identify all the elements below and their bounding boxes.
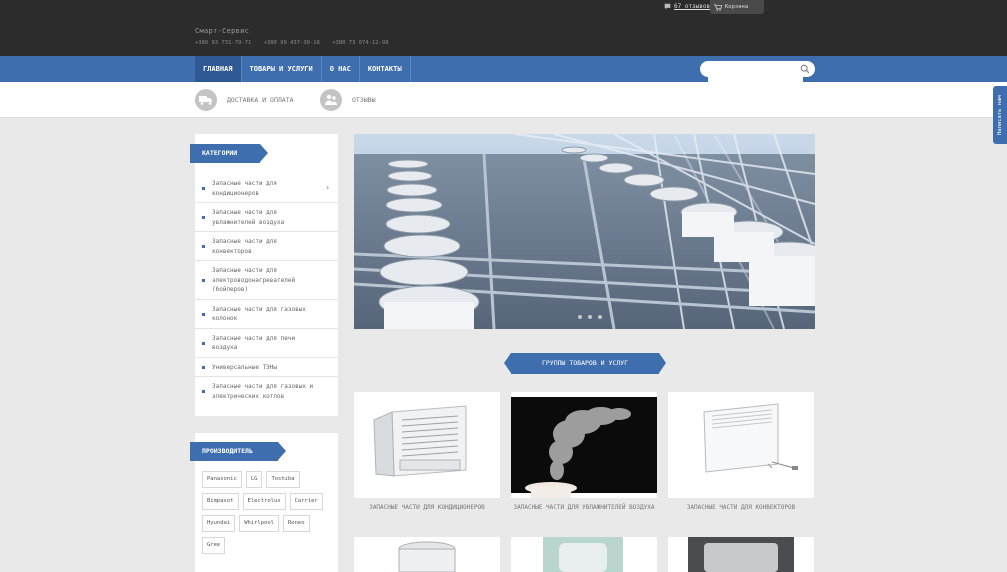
category-label: Запасные части для увлажнителей воздуха <box>212 209 285 226</box>
hero-image <box>354 134 815 329</box>
phone-3[interactable]: +380 73 074-12-98 <box>332 40 388 46</box>
manufacturer-tag[interactable]: Roneo <box>283 515 310 532</box>
bullet-icon <box>202 216 205 219</box>
category-label: Универсальные ТЭНы <box>212 363 278 371</box>
phone-2[interactable]: +380 99 437-30-16 <box>264 40 320 46</box>
manufacturer-tag[interactable]: Panasonic <box>202 471 242 488</box>
manufacturer-tag[interactable]: Whirlpool <box>239 515 279 532</box>
reviews-page-label: ОТЗЫВЫ <box>352 96 376 104</box>
main-nav: ГЛАВНАЯ ТОВАРЫ И УСЛУГИ О НАС КОНТАКТЫ <box>195 56 411 82</box>
product-card-water-heater-parts[interactable] <box>511 537 657 572</box>
cart-button[interactable]: Корзина <box>710 0 764 14</box>
phone-list: +380 93 731-79-71 +380 99 437-30-16 +380… <box>195 40 398 46</box>
categories-title: КАТЕГОРИИ <box>190 144 268 163</box>
category-item[interactable]: Запасные части для газовых и электрическ… <box>195 377 338 405</box>
nav-products[interactable]: ТОВАРЫ И УСЛУГИ <box>242 56 322 82</box>
product-card-gas-column-parts[interactable] <box>668 537 814 572</box>
slider-dot[interactable] <box>578 315 582 319</box>
categories-panel: КАТЕГОРИИ Запасные части для кондиционер… <box>190 134 338 416</box>
category-item[interactable]: Запасные части для конвекторов <box>195 232 338 261</box>
boiler-image <box>354 537 500 572</box>
bullet-icon <box>202 187 205 190</box>
manufacturer-tag[interactable]: Toshiba <box>266 471 300 488</box>
phone-1[interactable]: +380 93 731-79-71 <box>195 40 251 46</box>
chevron-right-icon: › <box>325 183 330 192</box>
bullet-icon <box>202 245 205 248</box>
manufacturer-tags: Panasonic LG Toshiba Bimpasot Electrolux… <box>202 471 334 554</box>
manufacturers-panel: ПРОИЗВОДИТЕЛЬ Panasonic LG Toshiba Bimpa… <box>190 433 338 572</box>
manufacturer-tag[interactable]: Gree <box>202 537 226 554</box>
feedback-label: Написать нам <box>997 95 1003 135</box>
brand-name[interactable]: Смарт-Сервис <box>195 27 249 35</box>
bullet-icon <box>202 341 205 345</box>
manufacturers-title: ПРОИЗВОДИТЕЛЬ <box>190 442 286 461</box>
category-item[interactable]: Запасные части для газовых колонок <box>195 300 338 329</box>
reviews-label: 67 отзывов <box>674 3 711 10</box>
bullet-icon <box>202 312 205 316</box>
manufacturer-tag[interactable]: Carrier <box>289 493 323 510</box>
search-input[interactable] <box>708 67 803 82</box>
delivery-label: ДОСТАВКА И ОПЛАТА <box>227 96 294 104</box>
category-item[interactable]: Запасные части для электроводонагревател… <box>195 261 338 300</box>
secondary-nav: ДОСТАВКА И ОПЛАТА ОТЗЫВЫ <box>0 82 1007 118</box>
main-navbar: ГЛАВНАЯ ТОВАРЫ И УСЛУГИ О НАС КОНТАКТЫ <box>0 56 1007 82</box>
reviews-link[interactable]: 67 отзывов <box>664 3 710 10</box>
product-card-convector-parts[interactable] <box>668 392 814 498</box>
cart-label: Корзина <box>725 4 749 10</box>
category-item[interactable]: Запасные части для печи воздуха <box>195 329 338 358</box>
manufacturer-tag[interactable]: Electrolux <box>242 493 286 510</box>
bullet-icon <box>202 390 205 393</box>
convector-image <box>668 392 814 498</box>
cart-icon <box>714 3 722 11</box>
nav-home[interactable]: ГЛАВНАЯ <box>195 56 242 82</box>
search-box <box>700 61 815 82</box>
water-heater-image <box>511 537 657 572</box>
category-label: Запасные части для электроводонагревател… <box>212 267 296 293</box>
air-conditioner-image <box>354 392 500 498</box>
groups-title: ГРУППЫ ТОВАРОВ И УСЛУГ <box>504 353 666 374</box>
bullet-icon <box>202 365 205 369</box>
category-item[interactable]: Запасные части для увлажнителей воздуха <box>195 203 338 232</box>
category-item[interactable]: Запасные части для кондиционеров › <box>195 174 338 203</box>
reviews-page-link[interactable]: ОТЗЫВЫ <box>320 89 375 111</box>
category-label: Запасные части для печи воздуха <box>212 334 296 352</box>
bullet-icon <box>202 278 205 282</box>
truck-icon <box>195 89 217 111</box>
slider-dot[interactable] <box>598 315 602 319</box>
category-list: Запасные части для кондиционеров › Запасн… <box>195 174 338 405</box>
top-header: Смарт-Сервис +380 93 731-79-71 +380 99 4… <box>0 0 1007 56</box>
users-icon <box>320 89 342 111</box>
humidifier-image <box>511 392 657 498</box>
delivery-link[interactable]: ДОСТАВКА И ОПЛАТА <box>195 89 294 111</box>
product-card-boiler-parts[interactable] <box>354 537 500 572</box>
category-item[interactable]: Универсальные ТЭНы <box>195 358 338 377</box>
manufacturer-tag[interactable]: Bimpasot <box>202 493 239 510</box>
manufacturer-tag[interactable]: LG <box>245 471 263 488</box>
search-icon[interactable] <box>800 64 810 74</box>
product-card-label[interactable]: ЗАПАСНЫЕ ЧАСТИ ДЛЯ КОНДИЦИОНЕРОВ <box>354 503 500 512</box>
category-label: Запасные части для газовых и электрическ… <box>212 383 314 400</box>
product-card-label[interactable]: ЗАПАСНЫЕ ЧАСТИ ДЛЯ КОНВЕКТОРОВ <box>668 503 814 512</box>
feedback-tab[interactable]: Написать нам <box>993 86 1007 144</box>
nav-about[interactable]: О НАС <box>322 56 360 82</box>
product-card-humidifier-parts[interactable] <box>511 392 657 498</box>
slider-dots <box>578 315 602 319</box>
category-label: Запасные части для газовых колонок <box>212 305 306 323</box>
slider-dot[interactable] <box>588 315 592 319</box>
nav-contacts[interactable]: КОНТАКТЫ <box>360 56 411 82</box>
manufacturer-tag[interactable]: Hyundai <box>202 515 236 532</box>
category-label: Запасные части для кондиционеров <box>212 180 278 197</box>
product-card-ac-parts[interactable] <box>354 392 500 498</box>
hero-slider[interactable] <box>354 134 815 329</box>
category-label: Запасные части для конвекторов <box>212 238 278 255</box>
product-card-label[interactable]: ЗАПАСНЫЕ ЧАСТИ ДЛЯ УВЛАЖНИТЕЛЕЙ ВОЗДУХА <box>511 503 657 512</box>
comment-icon <box>664 3 671 10</box>
gas-column-image <box>668 537 814 572</box>
